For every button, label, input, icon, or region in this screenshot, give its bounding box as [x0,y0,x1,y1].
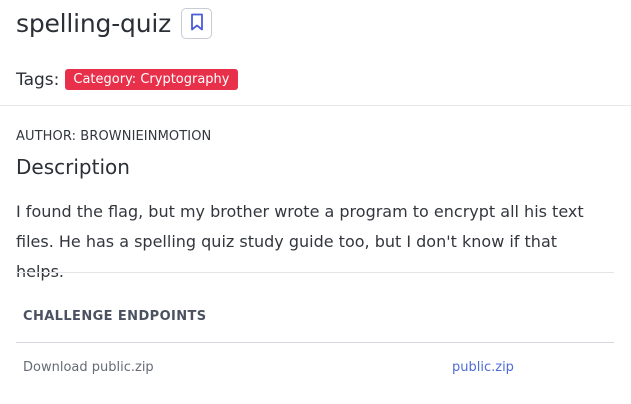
description-text: I found the flag, but my brother wrote a… [16,202,584,281]
bookmark-icon [190,13,204,35]
section-divider [16,272,614,273]
category-tag[interactable]: Category: Cryptography [65,69,238,90]
title-row: spelling-quiz [16,8,213,39]
endpoints-divider [16,342,614,343]
tags-row: Tags: Category: Cryptography [16,69,238,90]
author-line: AUTHOR: BROWNIEINMOTION [16,129,212,144]
tags-label: Tags: [16,69,60,90]
description-heading: Description [16,155,130,179]
endpoint-label: Download public.zip [23,360,154,375]
header-divider [0,105,631,106]
challenge-title: spelling-quiz [16,9,172,38]
endpoints-heading: CHALLENGE ENDPOINTS [23,309,207,324]
bookmark-button[interactable] [181,8,213,39]
download-link[interactable]: public.zip [452,360,514,375]
